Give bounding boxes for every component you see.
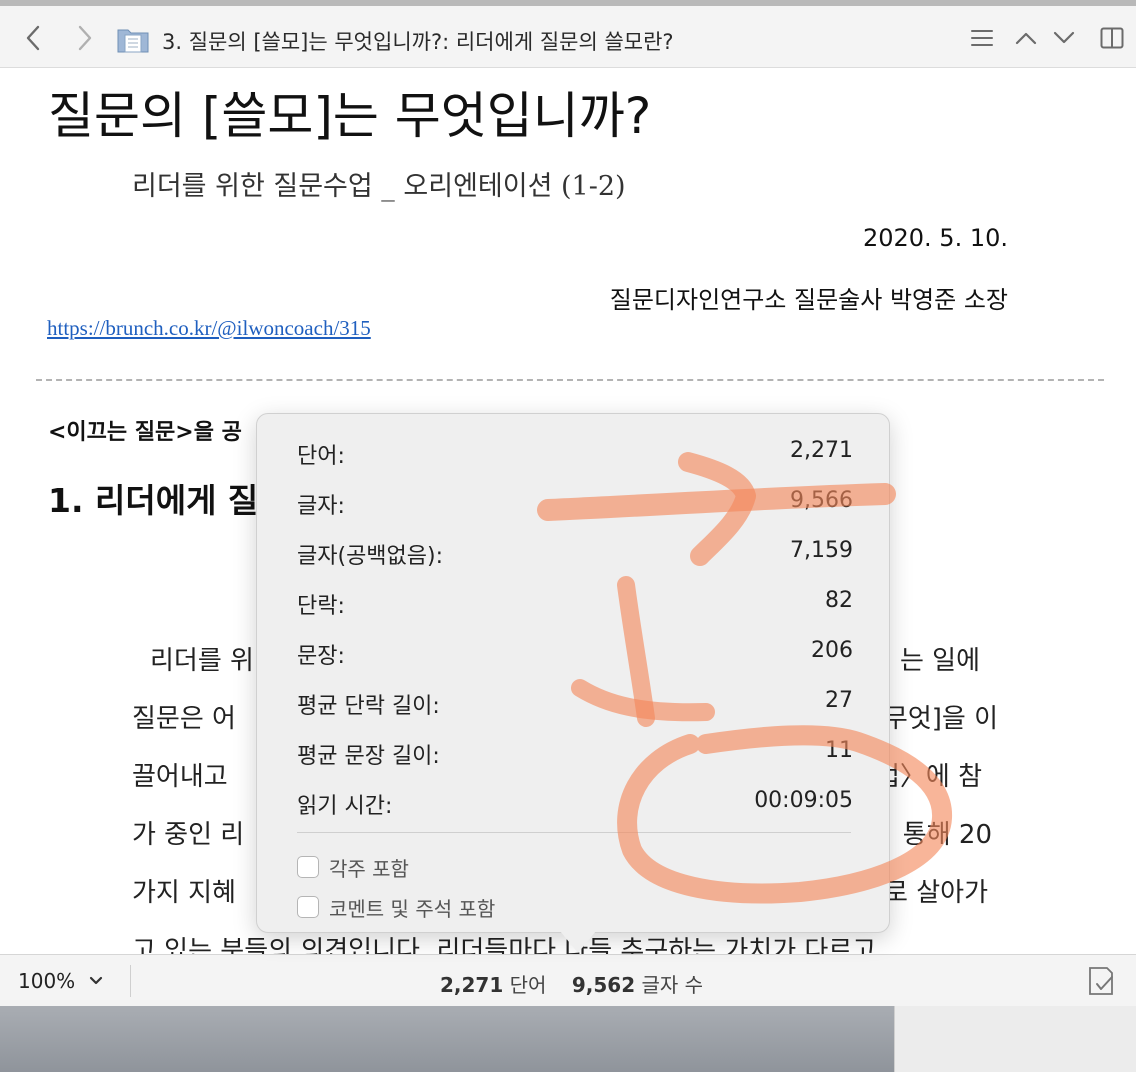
stat-value: 27 [825,688,853,713]
body-line-left: 가지 지혜 [132,878,236,908]
body-line-right: 로 살아가 [884,878,988,908]
body-line-right: 는 일에 [899,646,980,676]
back-button[interactable] [18,22,48,54]
body-line-left: 가 중인 리 [132,820,245,850]
word-count-unit: 단어 [509,973,547,997]
popover-arrow [560,931,596,953]
stat-value: 11 [825,738,853,763]
zoom-value: 100% [18,969,76,993]
toolbar: 3. 질문의 [쓸모]는 무엇입니까?: 리더에게 질문의 쓸모란? [0,0,1136,68]
document-subtitle: 리더를 위한 질문수업 _ 오리엔테이션 (1-2) [132,171,626,202]
stat-row-avg-sentence-length: 평균 문장 길이: 11 [297,738,853,769]
stat-row-paragraphs: 단락: 82 [297,588,853,619]
include-footnotes-option[interactable]: 각주 포함 [297,854,409,881]
body-line-right: 통해 20 [902,820,992,850]
comments-label: 코멘트 및 주석 포함 [329,896,496,921]
stat-label: 단어: [297,444,345,469]
zoom-select[interactable]: 100% [18,969,103,993]
list-button[interactable] [966,22,998,54]
window-title: 3. 질문의 [쓸모]는 무엇입니까?: 리더에게 질문의 쓸모란? [162,30,674,54]
stat-row-words: 단어: 2,271 [297,438,853,469]
document-link[interactable]: https://brunch.co.kr/@ilwoncoach/315 [47,316,371,341]
include-comments-option[interactable]: 코멘트 및 주석 포함 [297,894,496,921]
body-line-left: 질문은 어 [132,704,236,734]
stat-label: 평균 단락 길이: [297,694,440,719]
stat-row-reading-time: 읽기 시간: 00:09:05 [297,788,853,819]
document-date: 2020. 5. 10. [862,224,1008,252]
word-count-value: 2,271 [440,973,504,997]
stat-row-avg-paragraph-length: 평균 단락 길이: 27 [297,688,853,719]
stat-label: 평균 문장 길이: [297,744,440,769]
list-icon [971,30,993,46]
word-count-button[interactable]: 2,271 단어 9,562 글자 수 [440,969,703,998]
body-line-right: 업〉에 참 [875,762,982,792]
status-divider [130,965,131,997]
next-button[interactable] [1050,22,1078,54]
footnotes-checkbox[interactable] [297,856,319,878]
dashed-divider [36,379,1104,381]
stat-label: 단락: [297,594,345,619]
chevron-left-icon [26,25,40,51]
sidebar-icon [1100,27,1124,49]
stat-value: 00:09:05 [754,788,853,813]
chevron-down-icon [90,976,103,985]
stat-row-characters-no-spaces: 글자(공백없음): 7,159 [297,538,853,569]
chevron-up-icon [1015,32,1037,45]
body-line-left: 끌어내고 [132,762,228,792]
lead-text: <이끄는 질문>을 공 [48,420,242,445]
section-heading: 1. 리더에게 질 [48,481,259,520]
chevron-right-icon [78,25,92,51]
stat-value: 82 [825,588,853,613]
previous-button[interactable] [1012,22,1040,54]
stat-label: 문장: [297,644,345,669]
comments-checkbox[interactable] [297,896,319,918]
sidebar-toggle-button[interactable] [1098,22,1126,54]
document-author: 질문디자인연구소 질문술사 박영준 소장 [609,286,1008,314]
stat-value: 9,566 [790,488,853,513]
body-line-bottom: 고 있는 분들의 의견입니다. 리더들마다 다들 추구하는 가치가 다르고 [132,936,877,954]
word-count-popover: 단어: 2,271 글자: 9,566 글자(공백없음): 7,159 단락: … [256,413,890,933]
char-count-value: 9,562 [571,973,636,997]
body-line-right: 무엇]을 이 [883,704,998,734]
stat-label: 읽기 시간: [297,794,393,819]
stat-row-characters: 글자: 9,566 [297,488,853,519]
body-line-left: 리더를 위 [150,646,254,676]
char-count-unit: 글자 수 [641,973,704,997]
stat-value: 206 [811,638,853,663]
popover-divider [297,832,851,833]
footnotes-label: 각주 포함 [329,856,409,881]
forward-button[interactable] [70,22,100,54]
background-window-panel [894,1006,1136,1072]
status-bar: 100% 2,271 단어 9,562 글자 수 [0,954,1136,1006]
stat-row-sentences: 문장: 206 [297,638,853,669]
track-changes-icon[interactable] [1086,965,1116,997]
stat-value: 7,159 [790,538,853,563]
document-folder-icon [117,29,149,53]
stat-label: 글자(공백없음): [297,544,444,569]
chevron-down-icon [1053,31,1075,44]
stat-value: 2,271 [790,438,853,463]
document-title: 질문의 [쓸모]는 무엇입니까? [48,87,652,145]
stat-label: 글자: [297,494,345,519]
